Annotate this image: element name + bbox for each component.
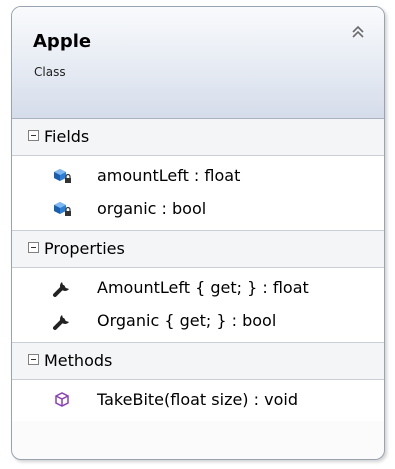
property-item[interactable]: AmountLeft { get; } : float [12,272,384,305]
fields-collapse-toggle-icon[interactable] [28,130,39,141]
class-header[interactable]: Apple Class [12,7,384,119]
collapse-chevron-icon[interactable] [350,23,366,43]
properties-section-title: Properties [44,239,125,258]
methods-list: TakeBite(float size) : void [12,380,384,421]
private-field-icon [52,166,74,186]
method-label: TakeBite(float size) : void [97,390,298,409]
properties-list: AmountLeft { get; } : float Organic { ge… [12,268,384,342]
methods-section-header[interactable]: Methods [12,342,384,380]
class-stereotype: Class [34,65,66,79]
properties-collapse-toggle-icon[interactable] [28,242,39,253]
property-wrench-icon [52,311,74,331]
property-label: Organic { get; } : bool [97,311,277,330]
property-label: AmountLeft { get; } : float [97,278,309,297]
field-label: organic : bool [97,199,207,218]
method-item[interactable]: TakeBite(float size) : void [12,384,384,417]
field-label: amountLeft : float [97,166,241,185]
methods-collapse-toggle-icon[interactable] [28,354,39,365]
property-item[interactable]: Organic { get; } : bool [12,305,384,338]
fields-list: amountLeft : float organic : bool [12,156,384,230]
fields-section-title: Fields [44,127,90,146]
class-shape[interactable]: Apple Class Fields amountLeft : float or… [11,6,385,460]
property-wrench-icon [52,278,74,298]
private-field-icon [52,199,74,219]
field-item[interactable]: organic : bool [12,193,384,226]
fields-section-header[interactable]: Fields [12,119,384,156]
properties-section-header[interactable]: Properties [12,230,384,268]
class-name: Apple [33,31,92,52]
method-cube-icon [52,390,74,410]
field-item[interactable]: amountLeft : float [12,160,384,193]
methods-section-title: Methods [44,351,113,370]
